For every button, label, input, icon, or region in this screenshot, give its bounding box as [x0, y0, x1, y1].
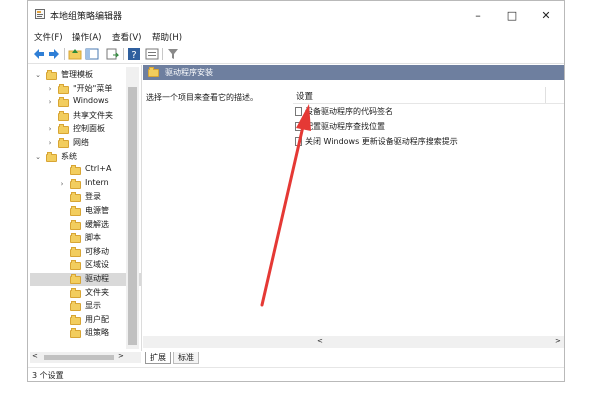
annotation-arrow [260, 104, 311, 307]
